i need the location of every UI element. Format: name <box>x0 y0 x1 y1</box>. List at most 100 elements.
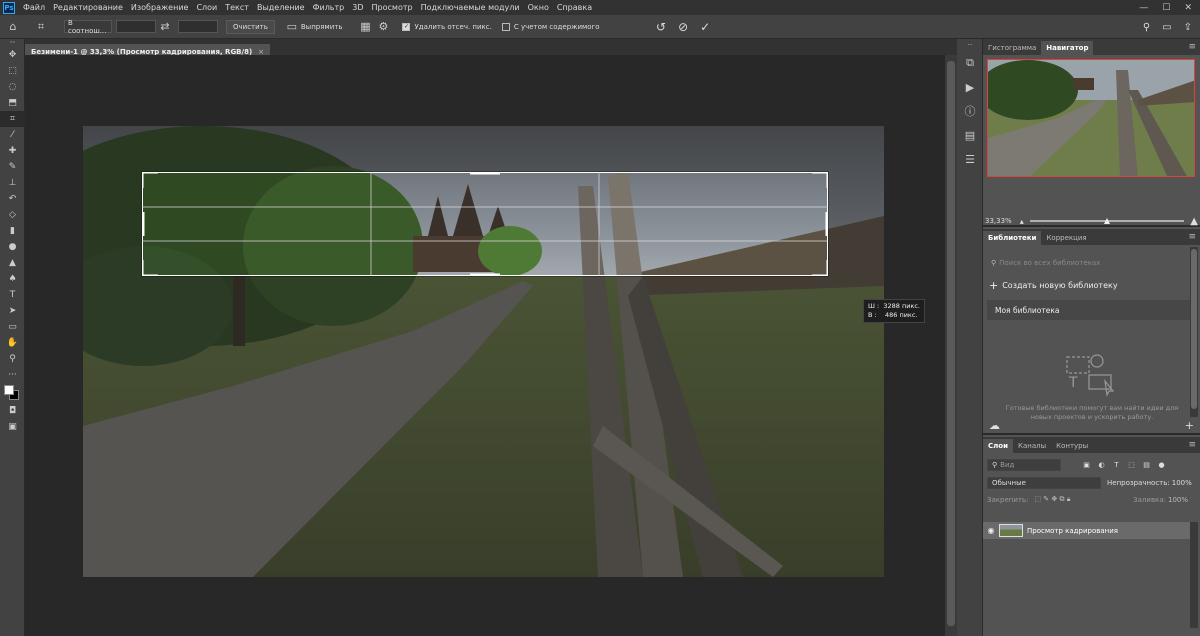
crop-tool-preset-icon[interactable]: ⌗ <box>32 20 50 34</box>
marquee-tool-icon[interactable]: ⬚ <box>0 63 25 79</box>
properties-icon[interactable]: ▤ <box>957 123 983 147</box>
crop-width-field[interactable] <box>116 20 156 33</box>
tab-adjustments[interactable]: Коррекция <box>1041 231 1091 245</box>
dodge-tool-icon[interactable]: ▲ <box>0 255 25 271</box>
menu-layers[interactable]: Слои <box>192 3 221 12</box>
blend-mode-dropdown[interactable]: Обычные <box>987 477 1101 489</box>
tab-layers[interactable]: Слои <box>983 439 1013 453</box>
maximize-button[interactable]: ☐ <box>1162 3 1170 13</box>
close-window-button[interactable]: ✕ <box>1184 3 1192 13</box>
adjustments-icon[interactable]: ☰ <box>957 147 983 171</box>
search-icon[interactable]: ⚲ <box>1143 22 1150 33</box>
menu-select[interactable]: Выделение <box>253 3 309 12</box>
layer-filter-dropdown[interactable]: ⚲ Вид <box>987 459 1061 471</box>
commit-check-icon[interactable]: ✓ <box>700 20 710 34</box>
layer-visibility-eye-icon[interactable]: ◉ <box>983 526 999 535</box>
navigator-thumbnail[interactable] <box>987 59 1195 177</box>
menu-file[interactable]: Файл <box>19 3 49 12</box>
libraries-scrollbar[interactable] <box>1190 247 1198 417</box>
clear-button[interactable]: Очистить <box>226 19 275 34</box>
menu-type[interactable]: Текст <box>221 3 253 12</box>
quick-mask-icon[interactable]: ◘ <box>0 403 25 419</box>
opacity-value[interactable]: 100% <box>1172 479 1192 487</box>
create-library-button[interactable]: + Создать новую библиотеку <box>989 279 1196 292</box>
layer-row[interactable]: ◉ Просмотр кадрирования <box>983 522 1190 539</box>
zoom-out-icon[interactable]: ▴ <box>1020 217 1024 226</box>
menu-window[interactable]: Окно <box>524 3 553 12</box>
zoom-in-icon[interactable]: ▲ <box>1190 216 1198 227</box>
eraser-tool-icon[interactable]: ◇ <box>0 207 25 223</box>
straighten-icon[interactable]: ▭ <box>283 20 301 33</box>
content-aware-checkbox[interactable] <box>501 22 510 31</box>
tab-histogram[interactable]: Гистограмма <box>983 41 1041 55</box>
menu-help[interactable]: Справка <box>553 3 596 12</box>
eyedropper-tool-icon[interactable]: ⁄ <box>0 127 25 143</box>
menu-3d[interactable]: 3D <box>348 3 367 12</box>
add-library-icon[interactable]: + <box>1185 419 1194 432</box>
filter-shape-icon[interactable]: ⬚ <box>1124 461 1139 469</box>
document-image[interactable] <box>83 126 884 577</box>
overlay-grid-icon[interactable]: ▦ <box>356 20 374 33</box>
tab-navigator[interactable]: Навигатор <box>1041 41 1094 55</box>
gradient-tool-icon[interactable]: ▮ <box>0 223 25 239</box>
layers-menu-icon[interactable]: ≡ <box>1188 440 1200 450</box>
layer-name[interactable]: Просмотр кадрирования <box>1027 527 1118 535</box>
delete-cropped-checkbox[interactable]: ✓ <box>402 22 411 31</box>
actions-play-icon[interactable]: ▶ <box>957 75 983 99</box>
workspace-icon[interactable]: ▭ <box>1162 22 1171 33</box>
blur-tool-icon[interactable]: ● <box>0 239 25 255</box>
cancel-icon[interactable]: ⊘ <box>678 20 688 34</box>
filter-pixel-icon[interactable]: ▣ <box>1079 461 1094 469</box>
fill-value[interactable]: 100% <box>1168 496 1188 504</box>
home-icon[interactable]: ⌂ <box>4 20 22 33</box>
straighten-label[interactable]: Выпрямить <box>301 23 343 31</box>
zoom-slider-knob[interactable] <box>1103 218 1110 224</box>
menu-filter[interactable]: Фильтр <box>309 3 349 12</box>
crop-height-field[interactable] <box>178 20 218 33</box>
share-icon[interactable]: ⇪ <box>1184 22 1192 33</box>
menu-plugins[interactable]: Подключаемые модули <box>417 3 524 12</box>
libraries-menu-icon[interactable]: ≡ <box>1188 232 1200 242</box>
swap-icon[interactable]: ⇄ <box>156 20 174 33</box>
settings-gear-icon[interactable]: ⚙ <box>374 20 392 33</box>
panel-menu-icon[interactable]: ≡ <box>1188 42 1200 52</box>
filter-toggle-icon[interactable]: ● <box>1154 461 1169 469</box>
healing-brush-icon[interactable]: ✚ <box>0 143 25 159</box>
canvas-vertical-scrollbar[interactable] <box>945 55 957 636</box>
filter-type-icon[interactable]: T <box>1109 461 1124 469</box>
filter-smart-icon[interactable]: ▤ <box>1139 461 1154 469</box>
my-library-item[interactable]: Моя библиотека <box>987 300 1196 320</box>
ratio-dropdown[interactable]: В соотнош... <box>64 19 112 35</box>
menu-image[interactable]: Изображение <box>127 3 193 12</box>
foreground-color-swatch[interactable] <box>4 385 14 395</box>
canvas-area[interactable]: Ш : 3288 пикс. В : 486 пикс. <box>25 55 945 636</box>
zoom-tool-icon[interactable]: ⚲ <box>0 351 25 367</box>
info-icon[interactable]: ⓘ <box>957 99 983 123</box>
move-tool-icon[interactable]: ✥ <box>0 47 25 63</box>
library-search-input[interactable]: ⚲ Поиск во всех библиотеках <box>987 255 1196 271</box>
crop-tool-icon[interactable]: ⌗ <box>0 111 25 127</box>
filter-adjustment-icon[interactable]: ◐ <box>1094 461 1109 469</box>
zoom-slider[interactable] <box>1029 216 1185 226</box>
history-brush-icon[interactable]: ↶ <box>0 191 25 207</box>
more-tools-icon[interactable]: ··· <box>0 367 25 383</box>
menu-view[interactable]: Просмотр <box>368 3 417 12</box>
stamp-tool-icon[interactable]: ⊥ <box>0 175 25 191</box>
lock-pixels-icon[interactable]: ⬚ ✎ ✥ ⧉ 🔒︎ <box>1034 495 1070 504</box>
minimize-button[interactable]: — <box>1139 3 1148 13</box>
color-swatches[interactable] <box>0 383 25 403</box>
menu-edit[interactable]: Редактирование <box>49 3 127 12</box>
tab-channels[interactable]: Каналы <box>1013 439 1051 453</box>
lasso-tool-icon[interactable]: ◌ <box>0 79 25 95</box>
shape-tool-icon[interactable]: ▭ <box>0 319 25 335</box>
hand-tool-icon[interactable]: ✋ <box>0 335 25 351</box>
object-select-tool-icon[interactable]: ⬒ <box>0 95 25 111</box>
scrollbar-thumb[interactable] <box>947 61 955 626</box>
cloud-icon[interactable]: ☁ <box>989 419 1000 432</box>
layers-scrollbar[interactable] <box>1190 522 1198 628</box>
type-tool-icon[interactable]: T <box>0 287 25 303</box>
reset-icon[interactable]: ↺ <box>656 20 666 34</box>
toolbar-grip[interactable]: ·· <box>0 38 25 48</box>
pen-tool-icon[interactable]: ♠ <box>0 271 25 287</box>
screen-mode-icon[interactable]: ▣ <box>0 419 25 435</box>
